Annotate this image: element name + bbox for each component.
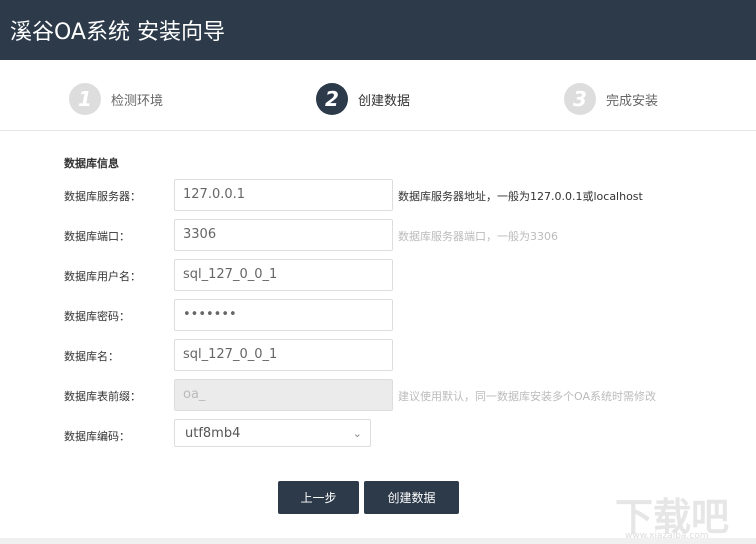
db-user-input[interactable]: sql_127_0_0_1 (174, 259, 393, 291)
field-label: 数据库表前缀： (64, 390, 141, 403)
selected-value: utf8mb4 (185, 426, 241, 441)
field-label: 数据库用户名： (64, 270, 141, 283)
step-number: 2 (316, 83, 348, 115)
step-number: 3 (564, 83, 596, 115)
create-data-button[interactable]: 创建数据 (364, 481, 459, 514)
db-prefix-input: oa_ (174, 379, 393, 411)
db-charset-select[interactable]: utf8mb4 ⌄ (174, 419, 371, 447)
db-prefix-row: 数据库表前缀： oa_ 建议使用默认，同一数据库安装多个OA系统时需修改 (64, 379, 744, 411)
db-server-row: 数据库服务器： 127.0.0.1 数据库服务器地址，一般为127.0.0.1或… (64, 179, 744, 211)
step-create-data: 2 创建数据 (316, 83, 410, 115)
chevron-down-icon: ⌄ (352, 427, 362, 440)
db-port-row: 数据库端口： 3306 数据库服务器端口，一般为3306 (64, 219, 744, 251)
field-label: 数据库密码： (64, 310, 130, 323)
field-hint: 建议使用默认，同一数据库安装多个OA系统时需修改 (398, 390, 656, 403)
step-finish: 3 完成安装 (564, 83, 658, 115)
db-server-input[interactable]: 127.0.0.1 (174, 179, 393, 211)
db-port-input[interactable]: 3306 (174, 219, 393, 251)
db-name-input[interactable]: sql_127_0_0_1 (174, 339, 393, 371)
step-number: 1 (69, 83, 101, 115)
db-password-row: 数据库密码： ••••••• (64, 299, 744, 331)
section-title: 数据库信息 (64, 157, 119, 170)
db-charset-row: 数据库编码： utf8mb4 ⌄ (64, 419, 744, 451)
bottom-bar (0, 538, 756, 544)
db-user-row: 数据库用户名： sql_127_0_0_1 (64, 259, 744, 291)
field-label: 数据库端口： (64, 230, 130, 243)
step-check-env: 1 检测环境 (69, 83, 163, 115)
step-label: 创建数据 (358, 93, 411, 109)
field-label: 数据库名： (64, 350, 119, 363)
header: 溪谷OA系统 安装向导 (0, 0, 756, 60)
field-label: 数据库服务器： (64, 190, 141, 203)
page-title: 溪谷OA系统 安装向导 (10, 20, 225, 45)
db-name-row: 数据库名： sql_127_0_0_1 (64, 339, 744, 371)
db-password-input[interactable]: ••••••• (174, 299, 393, 331)
prev-button[interactable]: 上一步 (278, 481, 359, 514)
field-label: 数据库编码： (64, 430, 130, 443)
field-hint: 数据库服务器地址，一般为127.0.0.1或localhost (398, 190, 643, 203)
step-label: 完成安装 (606, 93, 659, 109)
field-hint: 数据库服务器端口，一般为3306 (398, 230, 558, 243)
divider (0, 130, 756, 131)
step-label: 检测环境 (111, 93, 164, 109)
